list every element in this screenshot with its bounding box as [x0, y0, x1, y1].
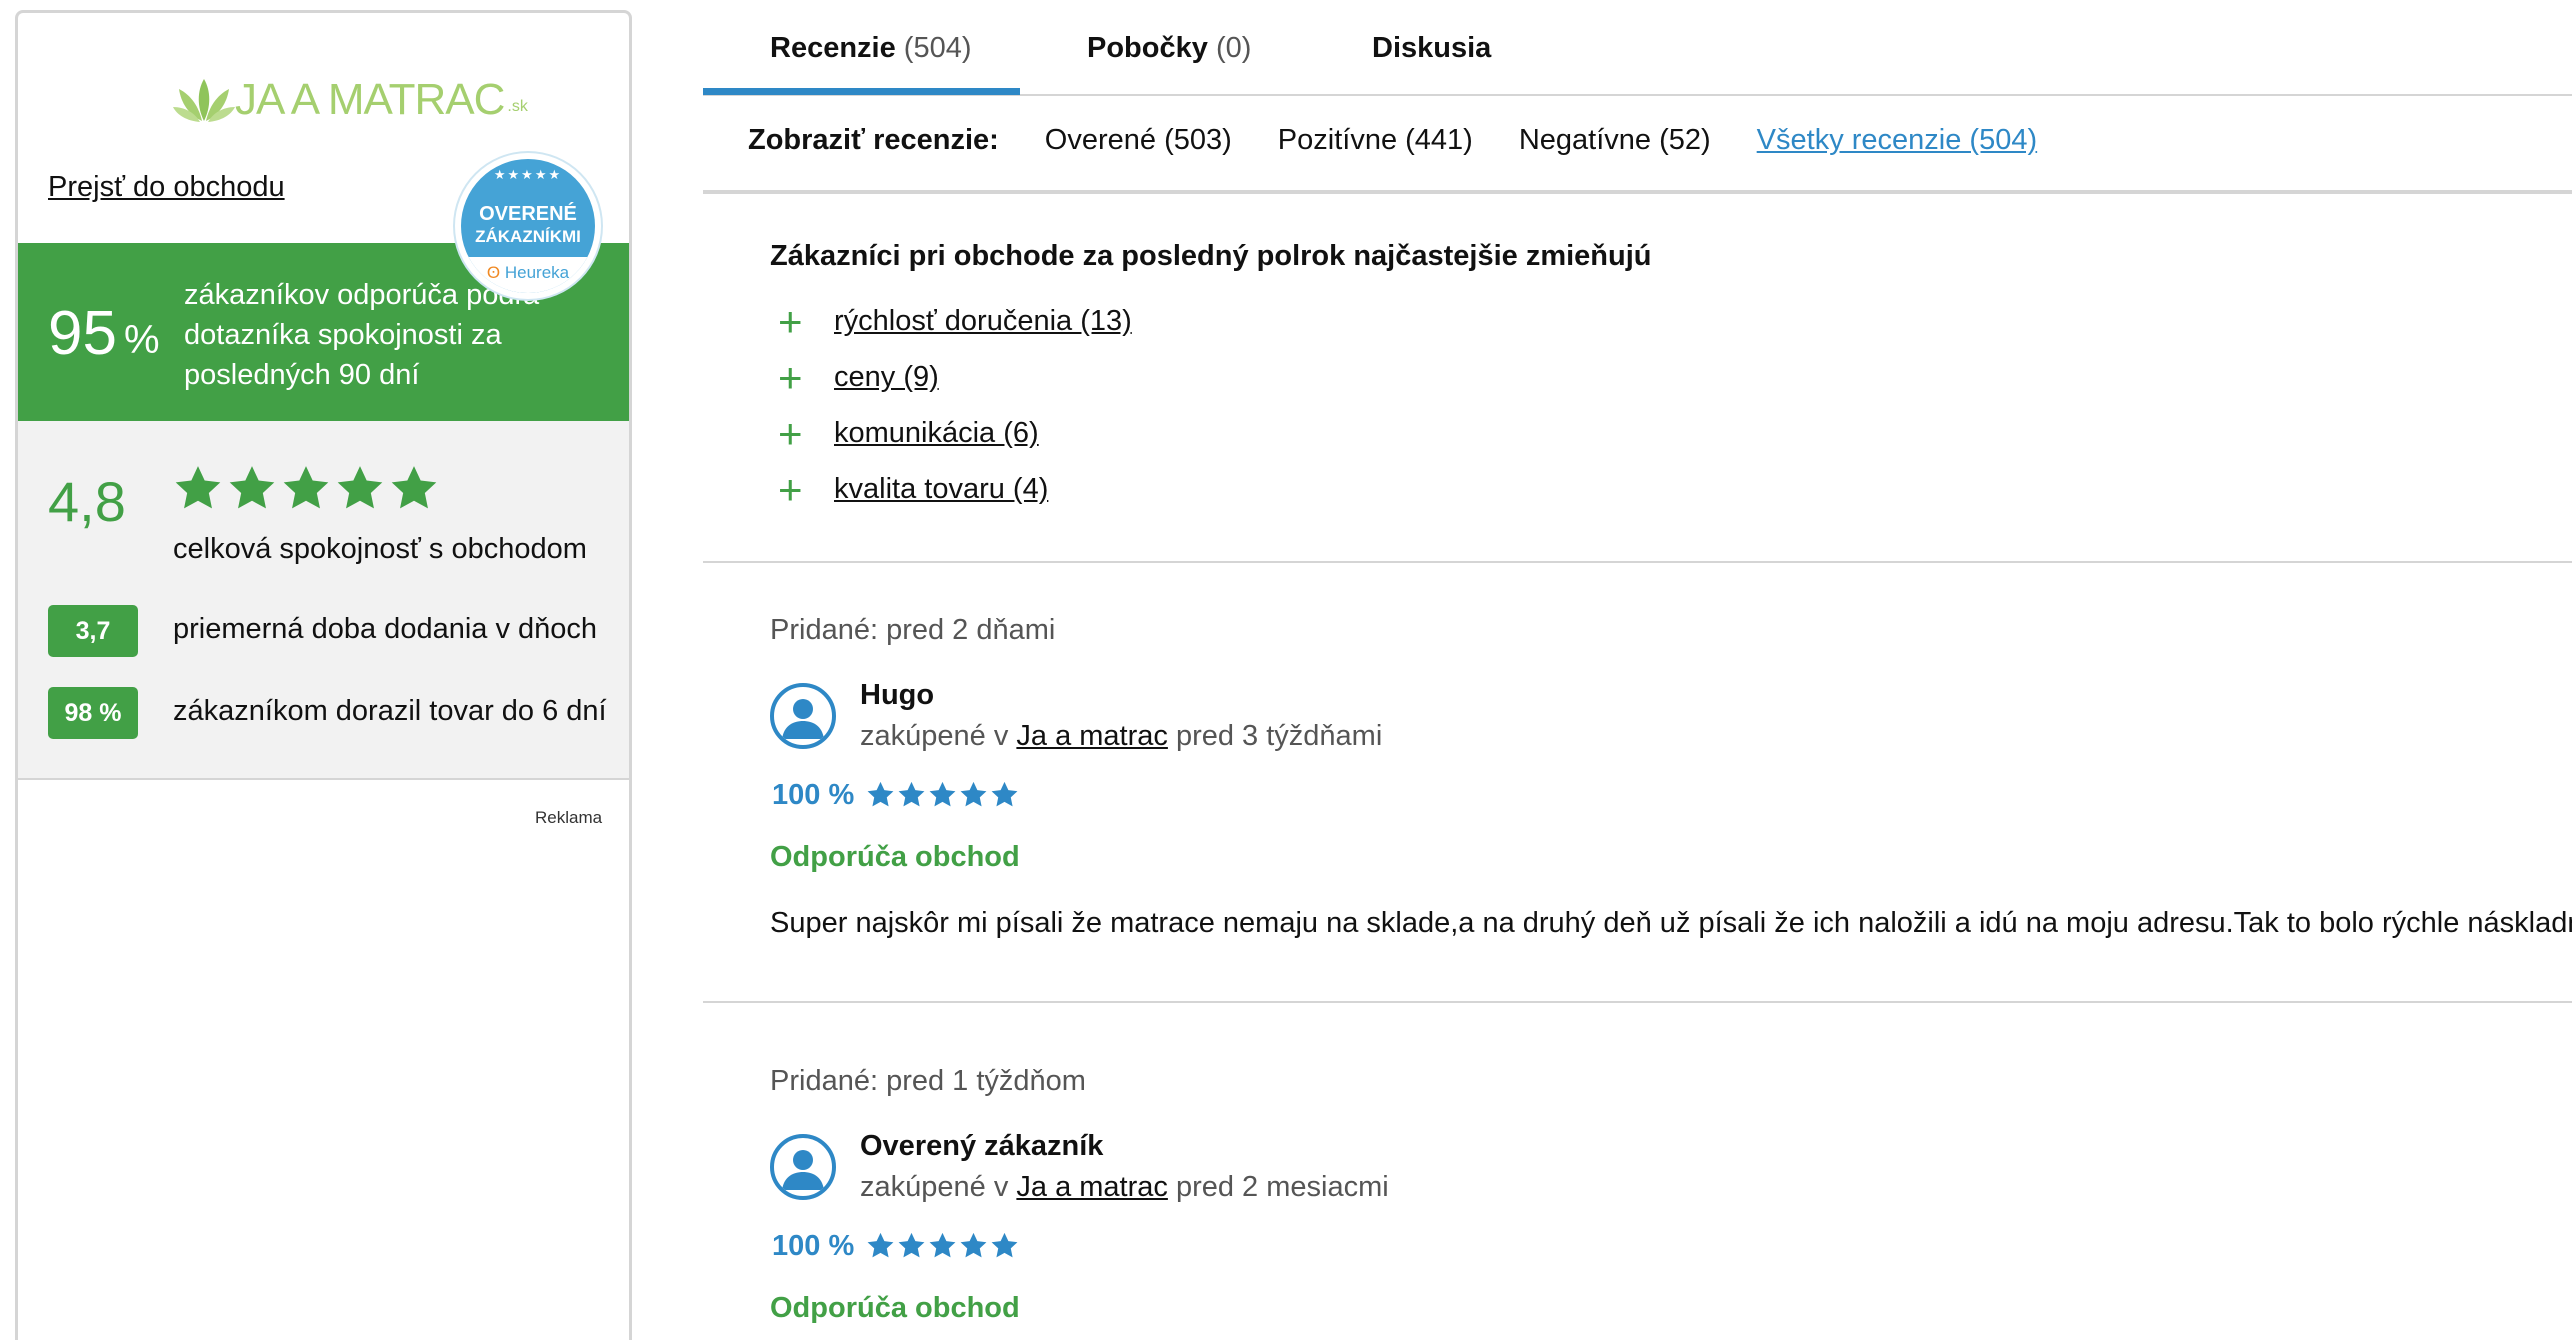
ad-label: Reklama: [535, 808, 603, 827]
review-purchase-info: zakúpené v Ja a matrac pred 3 týždňami: [860, 720, 1382, 753]
star-icon: [929, 781, 956, 807]
rating-stars: [173, 463, 439, 513]
plus-icon: +: [778, 409, 803, 457]
filter-label: Zobraziť recenzie:: [748, 124, 999, 156]
badge-line2: ZÁKAZNÍKMI: [475, 227, 581, 246]
review-date: Pridané: pred 1 týždňom: [770, 1065, 1086, 1097]
logo-text: JA A MATRAC: [235, 75, 505, 124]
star-icon: [898, 1232, 925, 1258]
delivered-percent-badge: 98 %: [48, 687, 138, 739]
user-avatar-icon: [770, 1134, 836, 1200]
mention-item[interactable]: + kvalita tovaru (4): [778, 465, 1049, 513]
mention-item[interactable]: + komunikácia (6): [778, 409, 1039, 457]
rating-panel: 4,8 celková spokojnosť s obchodom 3,7 pr…: [18, 421, 629, 780]
star-icon: [867, 781, 894, 807]
star-icon: [960, 781, 987, 807]
review-stars: [866, 780, 1019, 809]
star-icon: [991, 781, 1018, 807]
star-icon: [283, 466, 329, 509]
review-score: 100 %: [772, 1230, 855, 1262]
plus-icon: +: [778, 465, 803, 513]
star-icon: [391, 466, 437, 509]
verified-customers-badge[interactable]: ★★★★★ OVERENÉ ZÁKAZNÍKMI ʘ Heureka: [455, 153, 601, 299]
tab-branches-count: (0): [1215, 32, 1252, 64]
review-date: Pridané: pred 2 dňami: [770, 614, 1056, 646]
recommend-label: Odporúča obchod: [770, 841, 1020, 873]
star-icon: [960, 1232, 987, 1258]
heureka-icon: ʘ: [486, 263, 501, 282]
badge-stars-icon: ★★★★★: [493, 167, 563, 182]
filter-all[interactable]: Všetky recenzie (504): [1757, 124, 2037, 157]
star-icon: [337, 466, 383, 509]
purchase-time: pred 2 mesiacmi: [1175, 1171, 1389, 1203]
review-stars: [866, 1231, 1019, 1260]
review-author: Overený zákazník: [860, 1130, 1104, 1162]
review-purchase-info: zakúpené v Ja a matrac pred 2 mesiacmi: [860, 1171, 1389, 1204]
star-icon: [175, 466, 221, 509]
recommend-percent-sign: %: [124, 318, 160, 362]
review-shop-link[interactable]: Ja a matrac: [1016, 720, 1168, 752]
delivery-days-label: priemerná doba dodania v dňoch: [173, 613, 598, 645]
star-icon: [991, 1232, 1018, 1258]
filter-divider: [703, 190, 2572, 194]
review-score: 100 %: [772, 779, 855, 811]
plus-icon: +: [778, 297, 803, 345]
recommend-percent: 95: [48, 299, 117, 368]
filter-negative[interactable]: Negatívne (52): [1519, 124, 1711, 157]
badge-brand-text: Heureka: [504, 263, 570, 282]
review-divider: [703, 1001, 2572, 1003]
rating-label: celková spokojnosť s obchodom: [173, 533, 587, 565]
tab-reviews-label: Recenzie: [770, 32, 896, 64]
mention-label: kvalita tovaru (4): [834, 473, 1049, 505]
tab-discussion-label: Diskusia: [1372, 32, 1492, 64]
shop-logo[interactable]: JA A MATRAC .sk: [173, 75, 528, 125]
plus-icon: +: [778, 353, 803, 401]
review-filter-bar: Zobraziť recenzie: Overené (503) Pozitív…: [748, 124, 2037, 157]
badge-brand: ʘ Heureka: [461, 257, 595, 293]
mentions-title: Zákazníci pri obchode za posledný polrok…: [770, 240, 1652, 272]
recommend-label: Odporúča obchod: [770, 1292, 1020, 1324]
overall-rating: 4,8: [48, 470, 126, 533]
tab-reviews-count: (504): [903, 32, 972, 64]
active-tab-indicator: [703, 88, 1020, 95]
tab-branches-label: Pobočky: [1087, 32, 1208, 64]
purchase-prefix: zakúpené v: [860, 720, 1009, 752]
purchase-prefix: zakúpené v: [860, 1171, 1009, 1203]
star-icon: [229, 466, 275, 509]
lotus-logo-icon: [173, 79, 235, 122]
user-avatar-icon: [770, 683, 836, 749]
shop-info-sidebar: JA A MATRAC .sk Prejsť do obchodu 95 % z…: [15, 10, 632, 1340]
purchase-time: pred 3 týždňami: [1175, 720, 1383, 752]
star-icon: [867, 1232, 894, 1258]
star-icon: [898, 781, 925, 807]
mention-item[interactable]: + rýchlosť doručenia (13): [778, 297, 1132, 345]
section-divider: [703, 561, 2572, 563]
badge-circle: ★★★★★ OVERENÉ ZÁKAZNÍKMI ʘ Heureka: [461, 159, 595, 293]
badge-line1: OVERENÉ: [479, 203, 577, 225]
filter-verified[interactable]: Overené (503): [1045, 124, 1232, 157]
review-shop-link[interactable]: Ja a matrac: [1016, 1171, 1168, 1203]
review-author: Hugo: [860, 679, 935, 711]
filter-positive[interactable]: Pozitívne (441): [1278, 124, 1473, 157]
mention-label: ceny (9): [834, 361, 939, 393]
star-icon: [929, 1232, 956, 1258]
review-text: Super najskôr mi písali že matrace nemaj…: [770, 907, 2572, 939]
tab-discussion[interactable]: Diskusia: [1372, 32, 1491, 65]
go-to-shop-link[interactable]: Prejsť do obchodu: [48, 171, 285, 204]
mention-label: komunikácia (6): [834, 417, 1039, 449]
delivered-percent-label: zákazníkom dorazil tovar do 6 dní: [173, 695, 607, 727]
tab-branches[interactable]: Pobočky (0): [1087, 32, 1251, 65]
tab-reviews[interactable]: Recenzie (504): [770, 32, 972, 65]
delivery-days-badge: 3,7: [48, 605, 138, 657]
mention-item[interactable]: + ceny (9): [778, 353, 939, 401]
mention-label: rýchlosť doručenia (13): [834, 305, 1132, 337]
logo-suffix: .sk: [507, 98, 528, 115]
